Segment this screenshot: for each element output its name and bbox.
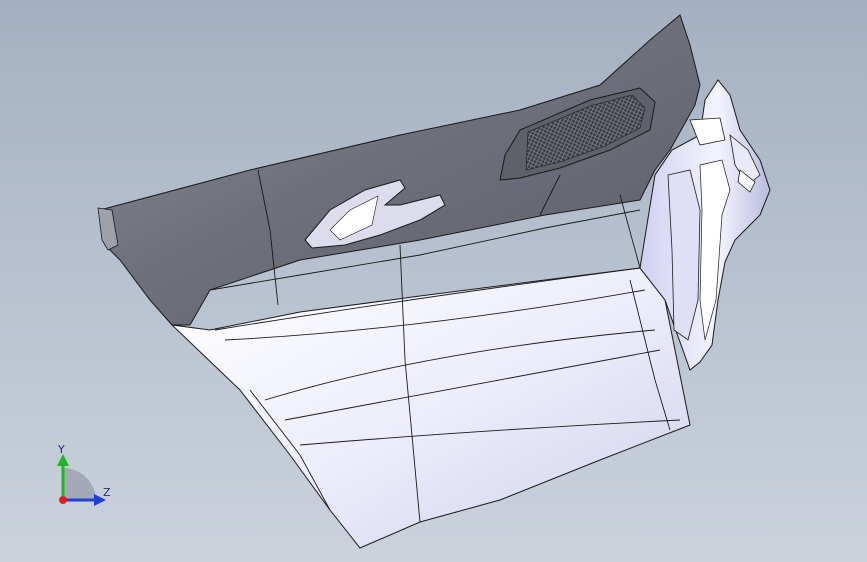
triad-y-label: Y: [58, 443, 65, 456]
x-axis-origin: [59, 496, 67, 504]
part-lower-body[interactable]: [170, 267, 691, 549]
triad-quadrant: [63, 468, 96, 500]
graphics-viewport[interactable]: Y Z: [0, 0, 867, 562]
triad-z-label: Z: [103, 486, 111, 499]
